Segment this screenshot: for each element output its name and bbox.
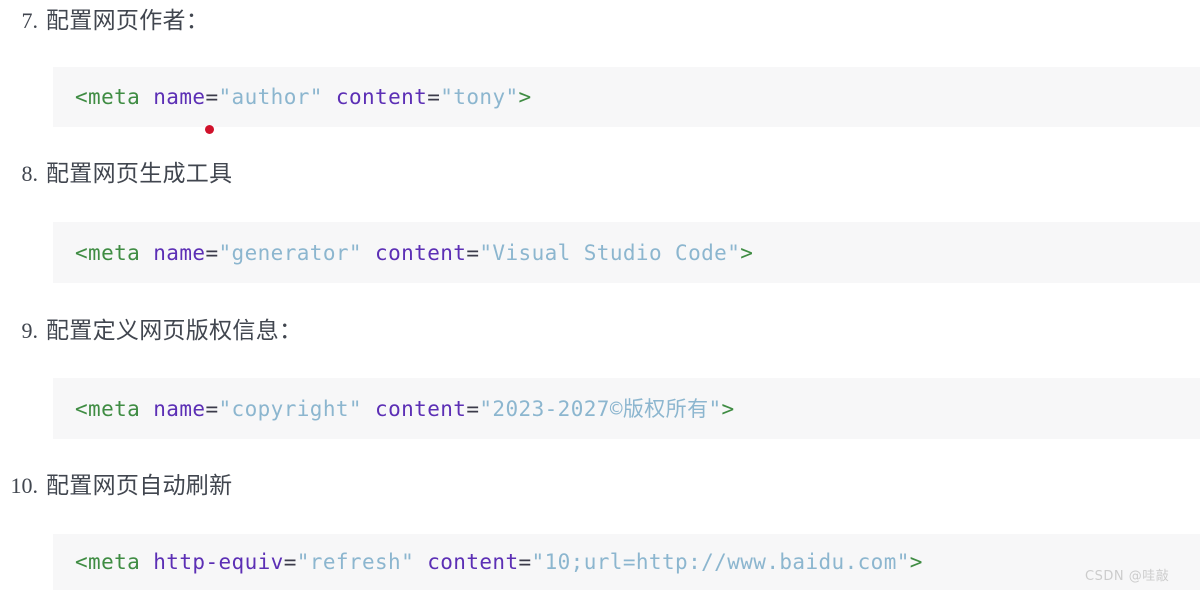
code-token-tag: <meta: [75, 240, 141, 265]
csdn-watermark: CSDN @哇敲: [1085, 569, 1170, 584]
code-token-punct: >: [518, 85, 532, 109]
code-line: <meta http-equiv="refresh" content="10;u…: [53, 549, 923, 575]
code-token-eq: =: [205, 396, 219, 421]
code-token-tag: <meta: [75, 396, 141, 421]
list-item-text: 配置网页作者：: [46, 8, 210, 34]
code-token-eq: =: [427, 85, 441, 109]
list-item-marker: 8.: [21, 161, 39, 186]
code-block-7: <meta name="author" content="tony">: [53, 67, 1200, 127]
code-token-eq: =: [466, 396, 480, 421]
code-token-eq: =: [205, 85, 219, 109]
code-token-attr: content: [375, 396, 467, 421]
code-token-str: "refresh": [296, 550, 415, 574]
code-token-str: "author": [218, 85, 323, 109]
list-item-marker: 10.: [10, 473, 39, 498]
code-token-str: "Visual Studio Code": [479, 240, 741, 265]
list-item-text: 配置网页生成工具: [46, 161, 233, 187]
code-token-attr: content: [427, 550, 519, 574]
code-token-punct: >: [909, 550, 923, 574]
code-token-eq: =: [283, 550, 297, 574]
code-token-punct: >: [721, 396, 735, 421]
code-block-10: <meta http-equiv="refresh" content="10;u…: [53, 534, 1200, 590]
code-token-attr: name: [153, 240, 206, 265]
list-item-heading-7: 7. 配置网页作者：: [0, 6, 1200, 36]
code-line: <meta name="generator" content="Visual S…: [53, 240, 753, 266]
document-body: 7. 配置网页作者： <meta name="author" content="…: [0, 0, 1200, 590]
list-item-heading-9: 9. 配置定义网页版权信息：: [0, 316, 1200, 346]
code-token-punct: >: [740, 240, 754, 265]
code-token-attr: content: [335, 85, 428, 109]
code-token-tag: <meta: [75, 550, 141, 574]
code-token-str: "tony": [440, 85, 519, 109]
list-item-text: 配置定义网页版权信息：: [46, 318, 303, 344]
list-item-text: 配置网页自动刷新: [46, 473, 233, 499]
code-token-tag: <meta: [75, 85, 141, 109]
code-token-eq: =: [205, 240, 219, 265]
code-line: <meta name="copyright" content="2023-202…: [53, 396, 735, 422]
list-item-heading-10: 10. 配置网页自动刷新: [0, 471, 1200, 501]
code-block-8: <meta name="generator" content="Visual S…: [53, 222, 1200, 283]
code-token-eq: =: [518, 550, 532, 574]
code-token-attr: name: [153, 85, 206, 109]
code-token-attr: http-equiv: [153, 550, 284, 574]
red-dot-marker: [205, 125, 214, 134]
code-token-str: "2023-2027©版权所有": [479, 396, 722, 421]
code-token-str: "copyright": [218, 396, 362, 421]
code-token-eq: =: [466, 240, 480, 265]
list-item-heading-8: 8. 配置网页生成工具: [0, 159, 1200, 189]
list-item-marker: 7.: [21, 8, 39, 33]
code-token-str: "generator": [218, 240, 362, 265]
code-line: <meta name="author" content="tony">: [53, 84, 532, 110]
code-token-attr: name: [153, 396, 206, 421]
code-token-attr: content: [375, 240, 467, 265]
list-item-marker: 9.: [21, 318, 39, 343]
code-token-str: "10;url=http://www.baidu.com": [531, 550, 910, 574]
code-block-9: <meta name="copyright" content="2023-202…: [53, 378, 1200, 439]
